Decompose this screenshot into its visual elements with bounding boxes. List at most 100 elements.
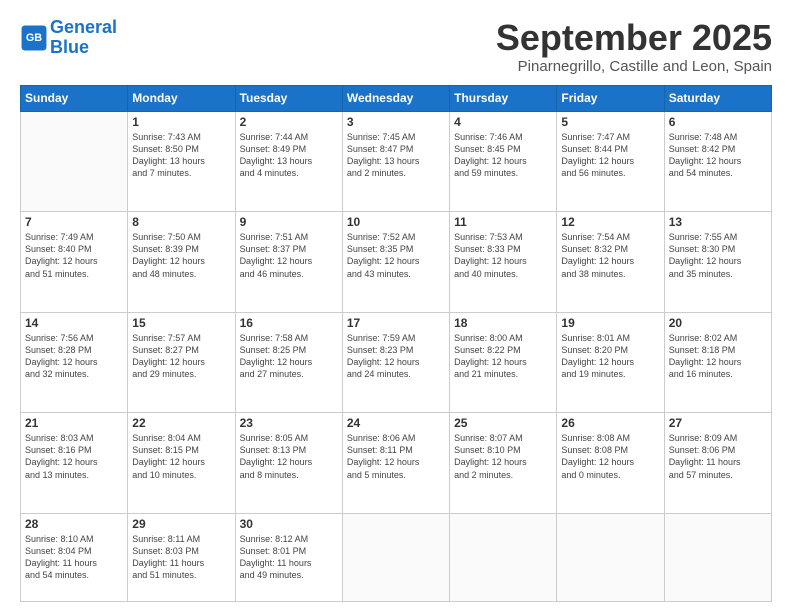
day-info: Sunrise: 7:49 AM Sunset: 8:40 PM Dayligh… — [25, 231, 123, 280]
header: GB General Blue September 2025 Pinarnegr… — [20, 18, 772, 75]
weekday-header: Saturday — [664, 85, 771, 111]
weekday-header: Friday — [557, 85, 664, 111]
calendar-cell: 7 Sunrise: 7:49 AM Sunset: 8:40 PM Daylig… — [21, 212, 128, 313]
day-number: 14 — [25, 316, 123, 330]
day-info: Sunrise: 8:00 AM Sunset: 8:22 PM Dayligh… — [454, 332, 552, 381]
calendar-cell — [21, 111, 128, 212]
day-number: 10 — [347, 215, 445, 229]
calendar-cell: 2 Sunrise: 7:44 AM Sunset: 8:49 PM Daylig… — [235, 111, 342, 212]
day-info: Sunrise: 7:51 AM Sunset: 8:37 PM Dayligh… — [240, 231, 338, 280]
calendar-table: SundayMondayTuesdayWednesdayThursdayFrid… — [20, 85, 772, 602]
day-number: 20 — [669, 316, 767, 330]
day-number: 16 — [240, 316, 338, 330]
day-number: 8 — [132, 215, 230, 229]
calendar-cell: 20 Sunrise: 8:02 AM Sunset: 8:18 PM Dayli… — [664, 312, 771, 413]
day-info: Sunrise: 7:59 AM Sunset: 8:23 PM Dayligh… — [347, 332, 445, 381]
day-number: 17 — [347, 316, 445, 330]
day-number: 24 — [347, 416, 445, 430]
calendar-cell: 18 Sunrise: 8:00 AM Sunset: 8:22 PM Dayli… — [450, 312, 557, 413]
logo-general: General — [50, 17, 117, 37]
calendar-cell: 6Sunrise: 7:48 AM Sunset: 8:42 PM Daylig… — [664, 111, 771, 212]
day-number: 13 — [669, 215, 767, 229]
calendar-week-row: 1 Sunrise: 7:43 AM Sunset: 8:50 PM Daylig… — [21, 111, 772, 212]
day-number: 25 — [454, 416, 552, 430]
day-info: Sunrise: 7:43 AM Sunset: 8:50 PM Dayligh… — [132, 131, 230, 180]
calendar-cell: 28 Sunrise: 8:10 AM Sunset: 8:04 PM Dayli… — [21, 513, 128, 601]
calendar-cell: 4 Sunrise: 7:46 AM Sunset: 8:45 PM Daylig… — [450, 111, 557, 212]
day-info: Sunrise: 8:10 AM Sunset: 8:04 PM Dayligh… — [25, 533, 123, 582]
day-number: 22 — [132, 416, 230, 430]
day-number: 30 — [240, 517, 338, 531]
day-info: Sunrise: 7:55 AM Sunset: 8:30 PM Dayligh… — [669, 231, 767, 280]
logo-text: General Blue — [50, 18, 117, 58]
calendar-cell — [557, 513, 664, 601]
day-info: Sunrise: 7:56 AM Sunset: 8:28 PM Dayligh… — [25, 332, 123, 381]
calendar-cell — [664, 513, 771, 601]
calendar-week-row: 28 Sunrise: 8:10 AM Sunset: 8:04 PM Dayli… — [21, 513, 772, 601]
day-number: 27 — [669, 416, 767, 430]
calendar-cell: 21Sunrise: 8:03 AM Sunset: 8:16 PM Dayli… — [21, 413, 128, 514]
calendar-cell: 27 Sunrise: 8:09 AM Sunset: 8:06 PM Dayli… — [664, 413, 771, 514]
day-number: 11 — [454, 215, 552, 229]
day-info: Sunrise: 8:01 AM Sunset: 8:20 PM Dayligh… — [561, 332, 659, 381]
calendar-cell — [342, 513, 449, 601]
day-info: Sunrise: 8:09 AM Sunset: 8:06 PM Dayligh… — [669, 432, 767, 481]
day-number: 2 — [240, 115, 338, 129]
day-info: Sunrise: 7:44 AM Sunset: 8:49 PM Dayligh… — [240, 131, 338, 180]
day-number: 12 — [561, 215, 659, 229]
day-number: 7 — [25, 215, 123, 229]
weekday-header: Thursday — [450, 85, 557, 111]
day-number: 29 — [132, 517, 230, 531]
calendar-cell: 17 Sunrise: 7:59 AM Sunset: 8:23 PM Dayli… — [342, 312, 449, 413]
calendar-week-row: 21Sunrise: 8:03 AM Sunset: 8:16 PM Dayli… — [21, 413, 772, 514]
day-number: 23 — [240, 416, 338, 430]
day-info: Sunrise: 7:54 AM Sunset: 8:32 PM Dayligh… — [561, 231, 659, 280]
weekday-header: Wednesday — [342, 85, 449, 111]
calendar-cell: 19 Sunrise: 8:01 AM Sunset: 8:20 PM Dayli… — [557, 312, 664, 413]
day-number: 21 — [25, 416, 123, 430]
day-number: 5 — [561, 115, 659, 129]
logo-blue: Blue — [50, 37, 89, 57]
calendar-cell: 10 Sunrise: 7:52 AM Sunset: 8:35 PM Dayli… — [342, 212, 449, 313]
day-info: Sunrise: 8:12 AM Sunset: 8:01 PM Dayligh… — [240, 533, 338, 582]
day-number: 18 — [454, 316, 552, 330]
calendar-cell: 11 Sunrise: 7:53 AM Sunset: 8:33 PM Dayli… — [450, 212, 557, 313]
day-info: Sunrise: 7:52 AM Sunset: 8:35 PM Dayligh… — [347, 231, 445, 280]
calendar-cell — [450, 513, 557, 601]
day-info: Sunrise: 7:46 AM Sunset: 8:45 PM Dayligh… — [454, 131, 552, 180]
calendar-cell: 25 Sunrise: 8:07 AM Sunset: 8:10 PM Dayli… — [450, 413, 557, 514]
calendar-cell: 8Sunrise: 7:50 AM Sunset: 8:39 PM Daylig… — [128, 212, 235, 313]
day-info: Sunrise: 8:06 AM Sunset: 8:11 PM Dayligh… — [347, 432, 445, 481]
day-number: 15 — [132, 316, 230, 330]
day-number: 26 — [561, 416, 659, 430]
day-info: Sunrise: 7:57 AM Sunset: 8:27 PM Dayligh… — [132, 332, 230, 381]
day-info: Sunrise: 7:45 AM Sunset: 8:47 PM Dayligh… — [347, 131, 445, 180]
calendar-cell: 16 Sunrise: 7:58 AM Sunset: 8:25 PM Dayli… — [235, 312, 342, 413]
calendar-cell: 29Sunrise: 8:11 AM Sunset: 8:03 PM Dayli… — [128, 513, 235, 601]
calendar-cell: 14 Sunrise: 7:56 AM Sunset: 8:28 PM Dayli… — [21, 312, 128, 413]
logo: GB General Blue — [20, 18, 117, 58]
day-info: Sunrise: 7:47 AM Sunset: 8:44 PM Dayligh… — [561, 131, 659, 180]
day-number: 1 — [132, 115, 230, 129]
day-number: 19 — [561, 316, 659, 330]
day-number: 4 — [454, 115, 552, 129]
calendar-cell: 26 Sunrise: 8:08 AM Sunset: 8:08 PM Dayli… — [557, 413, 664, 514]
day-info: Sunrise: 8:05 AM Sunset: 8:13 PM Dayligh… — [240, 432, 338, 481]
calendar-cell: 15 Sunrise: 7:57 AM Sunset: 8:27 PM Dayli… — [128, 312, 235, 413]
day-info: Sunrise: 8:08 AM Sunset: 8:08 PM Dayligh… — [561, 432, 659, 481]
weekday-header: Monday — [128, 85, 235, 111]
calendar-cell: 22Sunrise: 8:04 AM Sunset: 8:15 PM Dayli… — [128, 413, 235, 514]
calendar-cell: 23 Sunrise: 8:05 AM Sunset: 8:13 PM Dayli… — [235, 413, 342, 514]
location-subtitle: Pinarnegrillo, Castille and Leon, Spain — [496, 58, 772, 75]
day-info: Sunrise: 8:02 AM Sunset: 8:18 PM Dayligh… — [669, 332, 767, 381]
page: GB General Blue September 2025 Pinarnegr… — [0, 0, 792, 612]
day-info: Sunrise: 8:07 AM Sunset: 8:10 PM Dayligh… — [454, 432, 552, 481]
day-info: Sunrise: 7:53 AM Sunset: 8:33 PM Dayligh… — [454, 231, 552, 280]
calendar-cell: 3Sunrise: 7:45 AM Sunset: 8:47 PM Daylig… — [342, 111, 449, 212]
calendar-cell: 30 Sunrise: 8:12 AM Sunset: 8:01 PM Dayli… — [235, 513, 342, 601]
day-number: 28 — [25, 517, 123, 531]
calendar-header-row: SundayMondayTuesdayWednesdayThursdayFrid… — [21, 85, 772, 111]
day-info: Sunrise: 7:58 AM Sunset: 8:25 PM Dayligh… — [240, 332, 338, 381]
weekday-header: Sunday — [21, 85, 128, 111]
title-area: September 2025 Pinarnegrillo, Castille a… — [496, 18, 772, 75]
